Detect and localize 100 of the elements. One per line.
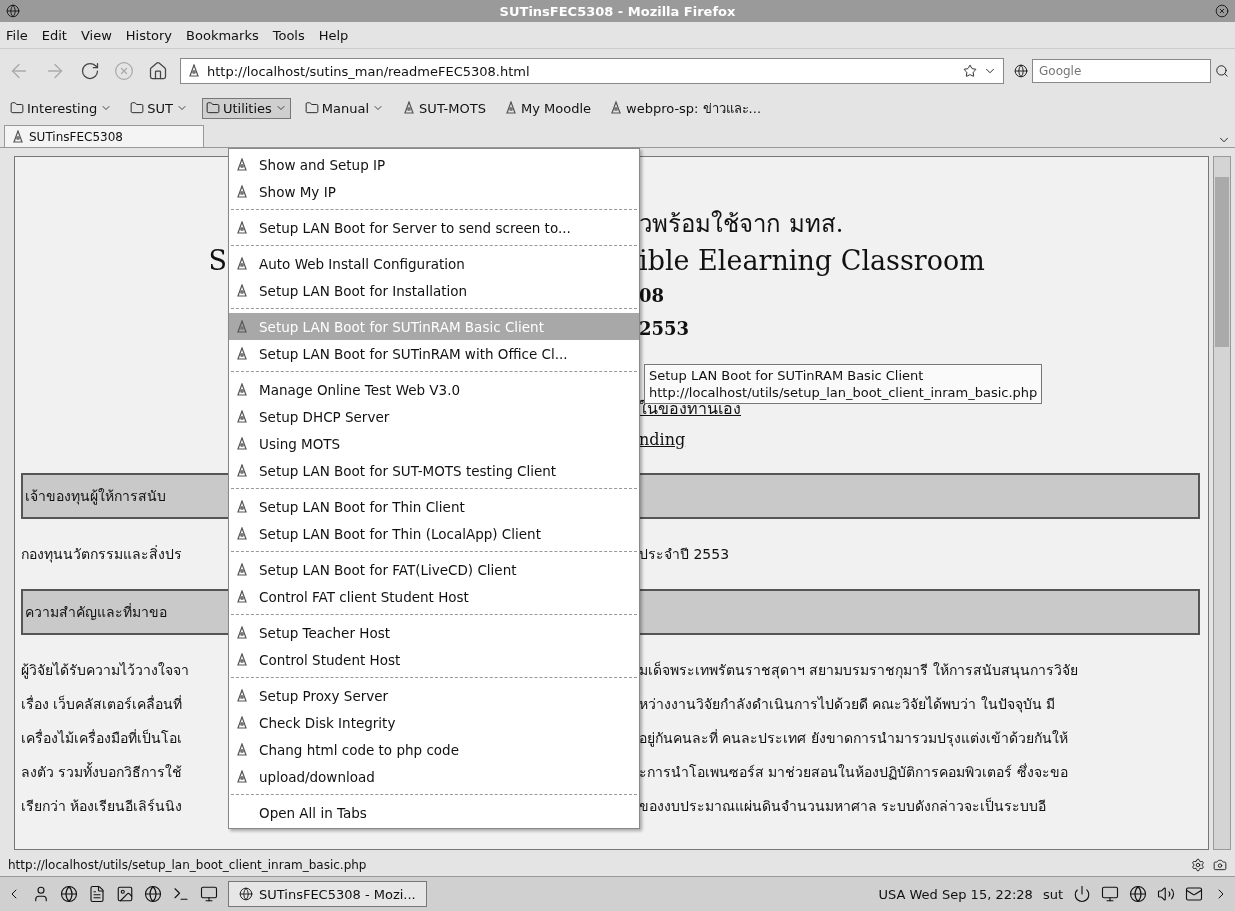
- page-text: 2553: [639, 317, 691, 341]
- menu-item[interactable]: File: [6, 27, 28, 43]
- image-icon[interactable]: [116, 885, 134, 903]
- power-icon[interactable]: [1073, 885, 1091, 903]
- page-icon: [235, 652, 249, 667]
- menu-item[interactable]: Setup LAN Boot for Server to send screen to...: [229, 214, 639, 241]
- display-icon[interactable]: [1101, 885, 1119, 903]
- page-text: เรื่อง เว็บคลัสเตอร์เคลื่อนที่: [21, 694, 184, 714]
- camera-icon[interactable]: [1213, 858, 1227, 872]
- page-icon: [235, 589, 249, 604]
- search-field[interactable]: Google: [1032, 59, 1211, 83]
- menu-item[interactable]: Setup LAN Boot for FAT(LiveCD) Client: [229, 556, 639, 583]
- page-text: เจ้าของทุนผู้ให้การสนับ: [25, 487, 167, 507]
- app-icon[interactable]: [6, 4, 20, 18]
- menu-item[interactable]: upload/download: [229, 763, 639, 790]
- menu-item[interactable]: Control FAT client Student Host: [229, 583, 639, 610]
- page-icon: [235, 382, 249, 397]
- page-text: เรียกว่า ห้องเรียนอีเลิร์นนิง: [21, 797, 184, 816]
- menu-item[interactable]: Setup LAN Boot for Installation: [229, 277, 639, 304]
- menu-item[interactable]: Manage Online Test Web V3.0: [229, 376, 639, 403]
- menu-item[interactable]: Control Student Host: [229, 646, 639, 673]
- page-text: 08: [639, 284, 666, 308]
- page-icon: [609, 101, 623, 115]
- page-text: ะการนำโอเพนซอร์ส มาช่วยสอนในห้องปฏิบัติการคอมพิวเตอร์ ซึ่งจะขอ: [639, 762, 1069, 782]
- page-icon: [235, 157, 249, 172]
- page-text: อยู่กันคนละที่ คนละประเทศ ยังขาดการนำมารวมปรุงแต่งเข้าด้วยกันให้: [639, 728, 1069, 749]
- menu-item[interactable]: Tools: [272, 27, 305, 43]
- tooltip-url: http://localhost/utils/setup_lan_boot_client_inram_basic.php: [649, 384, 1038, 400]
- page-icon: [235, 742, 249, 757]
- menu-item[interactable]: Setup DHCP Server: [229, 403, 639, 430]
- menu-item[interactable]: Setup LAN Boot for Thin (LocalApp) Client: [229, 520, 639, 547]
- bookmark-item[interactable]: My Moodle: [499, 97, 595, 119]
- page-icon: [235, 220, 249, 235]
- browser-tab[interactable]: SUTinsFEC5308: [4, 125, 204, 147]
- page-icon: [235, 346, 249, 361]
- page-text: หว่างงานวิจัยกำลังดำเนินการไปด้วยดี คณะวิจัยได้พบว่า ในปัจจุบัน มี: [639, 695, 1057, 715]
- stop-icon: [114, 61, 134, 81]
- page-text: ผู้วิจัยได้รับความไว้วางใจจา: [21, 661, 190, 681]
- menu-item[interactable]: Auto Web Install Configuration: [229, 250, 639, 277]
- taskbar-button[interactable]: SUTinsFEC5308 - Mozi...: [228, 881, 427, 907]
- gear-icon[interactable]: [1191, 858, 1205, 872]
- menu-item[interactable]: Show and Setup IP: [229, 151, 639, 178]
- menu-item[interactable]: Setup LAN Boot for SUTinRAM with Office Cl...: [229, 340, 639, 367]
- mail-icon[interactable]: [1185, 885, 1203, 903]
- menu-item[interactable]: Help: [318, 27, 349, 43]
- folder-icon: [205, 101, 220, 115]
- globe-icon[interactable]: [60, 885, 78, 903]
- page-icon: [402, 101, 417, 115]
- menu-item[interactable]: Open All in Tabs: [229, 799, 639, 826]
- page-icon: [235, 436, 249, 451]
- menu-item[interactable]: Setup Teacher Host: [229, 619, 639, 646]
- star-icon[interactable]: [963, 64, 977, 78]
- menu-item[interactable]: Using MOTS: [229, 430, 639, 457]
- monitor-icon[interactable]: [200, 885, 218, 903]
- bookmark-item[interactable]: Interesting: [6, 97, 117, 119]
- menu-item[interactable]: Edit: [41, 27, 67, 43]
- bookmark-item[interactable]: Utilities: [201, 97, 291, 119]
- menu-item[interactable]: View: [80, 27, 112, 43]
- page-icon: [235, 715, 249, 730]
- page-icon: [235, 526, 249, 541]
- page-text: S: [207, 243, 227, 278]
- page-text: ible Elearning Classroom: [639, 243, 986, 278]
- page-icon: [235, 283, 249, 298]
- bookmark-item[interactable]: Manual: [300, 97, 389, 119]
- page-icon: [235, 769, 249, 784]
- folder-icon: [130, 101, 145, 115]
- page-text: เครื่องไม้เครื่องมือที่เป็นโอเ: [21, 728, 183, 748]
- page-link[interactable]: nding: [639, 424, 1200, 455]
- scrollbar[interactable]: [1213, 156, 1231, 850]
- tooltip-title: Setup LAN Boot for SUTinRAM Basic Client: [649, 367, 925, 384]
- clock-text: USA Wed Sep 15, 22:28: [878, 886, 1033, 902]
- person-icon[interactable]: [32, 885, 50, 903]
- folder-icon: [10, 101, 24, 115]
- menu-item[interactable]: Setup LAN Boot for SUT-MOTS testing Client: [229, 457, 639, 484]
- bookmark-item[interactable]: SUT: [126, 97, 192, 119]
- search-icon[interactable]: [1215, 64, 1229, 78]
- bookmark-item[interactable]: webpro-sp: ข่าวและ...: [605, 94, 765, 122]
- page-icon: [187, 64, 201, 78]
- menu-item[interactable]: Bookmarks: [186, 27, 259, 43]
- page-icon: [235, 463, 249, 478]
- close-icon[interactable]: [1215, 4, 1229, 18]
- volume-icon[interactable]: [1157, 885, 1175, 903]
- address-field[interactable]: http://localhost/sutins_man/readmeFEC5308.html: [180, 58, 1004, 84]
- menu-item[interactable]: Check Disk Integrity: [229, 709, 639, 736]
- document-icon[interactable]: [88, 885, 106, 903]
- home-icon: [148, 61, 168, 81]
- menu-item[interactable]: Chang html code to php code: [229, 736, 639, 763]
- user-text: sut: [1042, 886, 1063, 902]
- page-icon: [235, 184, 249, 199]
- menu-item[interactable]: History: [125, 27, 173, 43]
- menu-item[interactable]: Show My IP: [229, 178, 639, 205]
- page-icon: [235, 499, 249, 514]
- bookmark-item[interactable]: SUT-MOTS: [398, 97, 490, 119]
- network-icon[interactable]: [1129, 885, 1147, 903]
- menu-item[interactable]: Setup LAN Boot for Thin Client: [229, 493, 639, 520]
- menu-item[interactable]: Setup Proxy Server: [229, 682, 639, 709]
- page-text: ความสำคัญและที่มาขอ: [25, 602, 168, 622]
- page-icon: [235, 319, 249, 334]
- status-text: http://localhost/utils/setup_lan_boot_client_inram_basic.php: [8, 858, 367, 872]
- page-text: วพร้อมใช้จาก มทส.: [639, 208, 845, 240]
